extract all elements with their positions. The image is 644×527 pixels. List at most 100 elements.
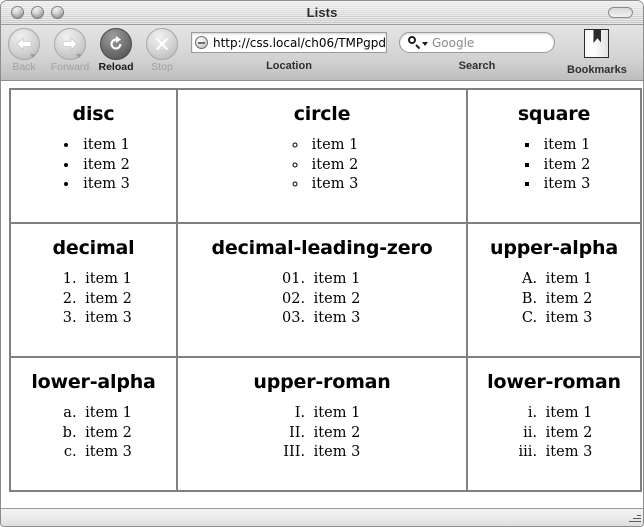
list-upper-roman: item 1 item 2 item 3 — [284, 404, 361, 463]
list-wrapper: item 1 item 2 item 3 — [468, 136, 640, 195]
list-item: item 3 — [540, 175, 591, 195]
list-item: item 2 — [310, 290, 361, 310]
list-item: item 3 — [308, 175, 359, 195]
cell-upper-alpha: upper-alpha item 1 item 2 item 3 — [466, 222, 642, 358]
list-wrapper: item 1 item 2 item 3 — [11, 270, 176, 329]
search-placeholder-text: Google — [432, 35, 475, 50]
search-field-group: Google Search — [399, 25, 555, 72]
cell-disc: disc item 1 item 2 item 3 — [9, 88, 178, 224]
location-url-text: http://css.local/ch06/TMPgpd — [213, 35, 386, 50]
list-item: item 2 — [81, 290, 132, 310]
list-item: item 1 — [542, 270, 593, 290]
navigation-button-group: Back Forward Reload Stop — [1, 25, 185, 73]
cell-title: square — [517, 103, 591, 125]
list-item: item 2 — [542, 290, 593, 310]
list-wrapper: item 1 item 2 item 3 — [178, 404, 466, 463]
forward-button[interactable]: Forward — [47, 28, 93, 73]
list-item: item 1 — [81, 270, 132, 290]
window-title: Lists — [306, 5, 338, 20]
list-item: item 1 — [308, 136, 359, 156]
list-item: item 1 — [81, 404, 132, 424]
list-disc: item 1 item 2 item 3 — [57, 136, 130, 195]
stop-button-label: Stop — [151, 61, 173, 73]
cell-upper-roman: upper-roman item 1 item 2 item 3 — [176, 356, 468, 492]
resize-grip-icon[interactable] — [628, 512, 641, 525]
cell-title: lower-roman — [487, 371, 621, 393]
list-item: item 2 — [310, 424, 361, 444]
cell-title: decimal-leading-zero — [211, 237, 433, 259]
list-item: item 3 — [542, 309, 593, 329]
bookmarks-label: Bookmarks — [567, 64, 627, 76]
cell-decimal-leading-zero: decimal-leading-zero item 1 item 2 item … — [176, 222, 468, 358]
cell-decimal: decimal item 1 item 2 item 3 — [9, 222, 178, 358]
list-item: item 2 — [540, 156, 591, 176]
toolbar-toggle-button[interactable] — [608, 7, 633, 18]
list-square: item 1 item 2 item 3 — [518, 136, 591, 195]
list-wrapper: item 1 item 2 item 3 — [11, 136, 176, 195]
cell-title: lower-alpha — [31, 371, 156, 393]
list-lower-roman: item 1 item 2 item 3 — [516, 404, 593, 463]
list-decimal-leading-zero: item 1 item 2 item 3 — [284, 270, 361, 329]
search-menu-chevron-icon[interactable] — [422, 42, 428, 46]
title-bar[interactable]: Lists — [1, 1, 643, 25]
cell-title: circle — [293, 103, 351, 125]
list-item: item 3 — [310, 443, 361, 463]
list-style-table-body: disc item 1 item 2 item 3 circle — [9, 88, 642, 492]
location-caption: Location — [266, 60, 312, 72]
list-wrapper: item 1 item 2 item 3 — [178, 270, 466, 329]
page-content: disc item 1 item 2 item 3 circle — [1, 81, 643, 510]
cell-square: square item 1 item 2 item 3 — [466, 88, 642, 224]
list-item: item 1 — [310, 404, 361, 424]
reload-button-label: Reload — [98, 61, 134, 73]
list-wrapper: item 1 item 2 item 3 — [468, 404, 640, 463]
list-item: item 1 — [310, 270, 361, 290]
cell-title: decimal — [52, 237, 135, 259]
list-item: item 1 — [542, 404, 593, 424]
stop-close-icon — [146, 28, 178, 60]
reload-icon — [100, 28, 132, 60]
list-circle: item 1 item 2 item 3 — [286, 136, 359, 195]
forward-button-label: Forward — [50, 61, 90, 73]
table-row: decimal item 1 item 2 item 3 decimal-lea… — [9, 222, 642, 358]
back-button-label: Back — [12, 61, 36, 73]
list-wrapper: item 1 item 2 item 3 — [468, 270, 640, 329]
cell-lower-roman: lower-roman item 1 item 2 item 3 — [466, 356, 642, 492]
reload-button[interactable]: Reload — [93, 28, 139, 73]
list-wrapper: item 1 item 2 item 3 — [11, 404, 176, 463]
list-item: item 2 — [81, 424, 132, 444]
cell-title: disc — [72, 103, 115, 125]
back-menu-chevron-icon[interactable] — [30, 54, 36, 58]
list-item: item 1 — [540, 136, 591, 156]
list-item: item 2 — [79, 156, 130, 176]
search-input[interactable]: Google — [399, 32, 555, 53]
bookmarks-button[interactable]: Bookmarks — [567, 25, 627, 76]
bookmark-book-icon — [584, 29, 610, 58]
cell-lower-alpha: lower-alpha item 1 item 2 item 3 — [9, 356, 178, 492]
search-magnifier-icon — [408, 36, 421, 50]
cell-circle: circle item 1 item 2 item 3 — [176, 88, 468, 224]
status-bar — [1, 508, 643, 526]
page-globe-icon — [195, 36, 208, 49]
list-item: item 3 — [542, 443, 593, 463]
search-caption: Search — [458, 60, 496, 72]
list-item: item 1 — [79, 136, 130, 156]
list-style-table: disc item 1 item 2 item 3 circle — [9, 88, 642, 492]
list-item: item 2 — [308, 156, 359, 176]
stop-button[interactable]: Stop — [139, 28, 185, 73]
list-item: item 3 — [79, 175, 130, 195]
browser-toolbar: Back Forward Reload Stop http://css.loca… — [1, 25, 643, 81]
list-item: item 2 — [542, 424, 593, 444]
list-decimal: item 1 item 2 item 3 — [55, 270, 132, 329]
cell-title: upper-alpha — [490, 237, 618, 259]
list-item: item 3 — [81, 309, 132, 329]
list-item: item 3 — [310, 309, 361, 329]
list-upper-alpha: item 1 item 2 item 3 — [516, 270, 593, 329]
location-field-group: http://css.local/ch06/TMPgpd Location — [191, 25, 387, 72]
forward-menu-chevron-icon[interactable] — [76, 54, 82, 58]
table-row: lower-alpha item 1 item 2 item 3 upper-r… — [9, 356, 642, 492]
list-lower-alpha: item 1 item 2 item 3 — [55, 404, 132, 463]
back-button[interactable]: Back — [1, 28, 47, 73]
list-item: item 3 — [81, 443, 132, 463]
table-row: disc item 1 item 2 item 3 circle — [9, 88, 642, 224]
location-input[interactable]: http://css.local/ch06/TMPgpd — [191, 32, 387, 53]
